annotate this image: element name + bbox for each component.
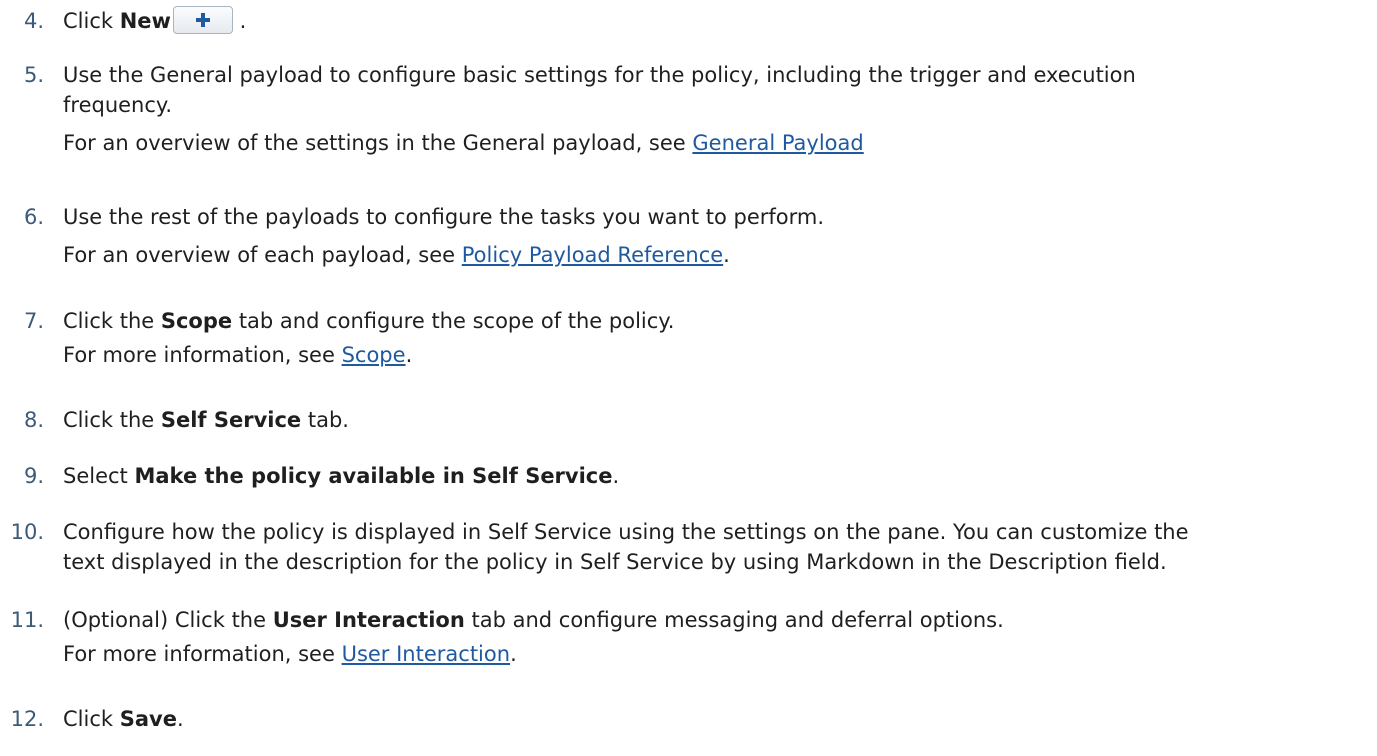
step-text-bold: Make the policy available in Self Servic… — [134, 464, 613, 488]
step-text: Click Save. — [63, 704, 1363, 734]
subtext-post: . — [510, 642, 517, 666]
step-text-bold: New — [119, 9, 171, 33]
user-interaction-link[interactable]: User Interaction — [342, 642, 510, 666]
step-text: Click the Scope tab and configure the sc… — [63, 306, 1363, 336]
step-text-bold: Self Service — [160, 408, 302, 432]
step-text-line: Use the rest of the payloads to configur… — [63, 205, 825, 229]
step-number: 7. — [23, 309, 44, 333]
subtext-post: . — [723, 243, 730, 267]
step-subtext: For more information, see Scope. — [63, 340, 1363, 370]
step-body: (Optional) Click the User Interaction ta… — [63, 605, 1363, 669]
step-text-pre: Select — [63, 464, 135, 488]
subtext-pre: For more information, see — [63, 343, 342, 367]
step-text-line: frequency. — [63, 93, 173, 117]
step-text-pre: (Optional) Click the — [63, 608, 273, 632]
document-page: 4. Click New . 5. Use the General payloa… — [0, 0, 1377, 756]
general-payload-link[interactable]: General Payload — [692, 131, 863, 155]
step-text-bold: User Interaction — [272, 608, 465, 632]
step-text-bold: Scope — [160, 309, 233, 333]
step-text-pre: Click the — [63, 309, 161, 333]
step-number: 10. — [10, 520, 44, 544]
step-subtext: For more information, see User Interacti… — [63, 639, 1363, 669]
step-body: Click Save. — [63, 704, 1363, 734]
step-text: Select Make the policy available in Self… — [63, 461, 1363, 491]
step-number: 4. — [23, 9, 44, 33]
subtext-pre: For an overview of each payload, see — [63, 243, 462, 267]
step-text-line: Configure how the policy is displayed in… — [63, 520, 1189, 544]
step-text-post: . — [232, 9, 247, 33]
step-body: Click the Scope tab and configure the sc… — [63, 306, 1363, 370]
step-number: 8. — [23, 408, 44, 432]
step-body: Use the rest of the payloads to configur… — [63, 202, 1363, 270]
scope-link[interactable]: Scope — [342, 343, 406, 367]
plus-icon — [195, 13, 210, 27]
step-text-pre: Click the — [63, 408, 161, 432]
step-body: Select Make the policy available in Self… — [63, 461, 1363, 491]
subtext-post: . — [405, 343, 413, 367]
step-text-line: text displayed in the description for th… — [63, 550, 1167, 574]
step-text: Click New . — [63, 6, 1363, 36]
step-text-post: tab and configure the scope of the polic… — [232, 309, 675, 333]
step-number: 5. — [23, 63, 44, 87]
step-text-post: . — [612, 464, 620, 488]
step-text-bold: Save — [119, 707, 177, 731]
step-text: (Optional) Click the User Interaction ta… — [63, 605, 1363, 635]
step-text-post: tab and configure messaging and deferral… — [464, 608, 1004, 632]
step-subtext: For an overview of each payload, see Pol… — [63, 240, 1363, 270]
step-text-line: Use the General payload to configure bas… — [63, 63, 1136, 87]
step-number: 9. — [23, 464, 44, 488]
subtext-pre: For an overview of the settings in the G… — [63, 131, 693, 155]
step-text-pre: Click — [63, 707, 120, 731]
step-text-post: tab. — [301, 408, 349, 432]
step-body: Click the Self Service tab. — [63, 405, 1363, 435]
step-text-pre: Click — [63, 9, 120, 33]
step-body: Use the General payload to configure bas… — [63, 60, 1363, 158]
step-number: 12. — [10, 707, 44, 731]
step-subtext: For an overview of the settings in the G… — [63, 128, 1363, 158]
step-body: Configure how the policy is displayed in… — [63, 517, 1363, 577]
new-button[interactable] — [172, 6, 233, 34]
step-number: 11. — [10, 608, 44, 632]
subtext-pre: For more information, see — [63, 642, 342, 666]
step-text: Click the Self Service tab. — [63, 405, 1363, 435]
policy-payload-reference-link[interactable]: Policy Payload Reference — [462, 243, 723, 267]
step-text-post: . — [176, 707, 184, 731]
step-number: 6. — [23, 205, 44, 229]
step-body: Click New . — [63, 6, 1363, 36]
